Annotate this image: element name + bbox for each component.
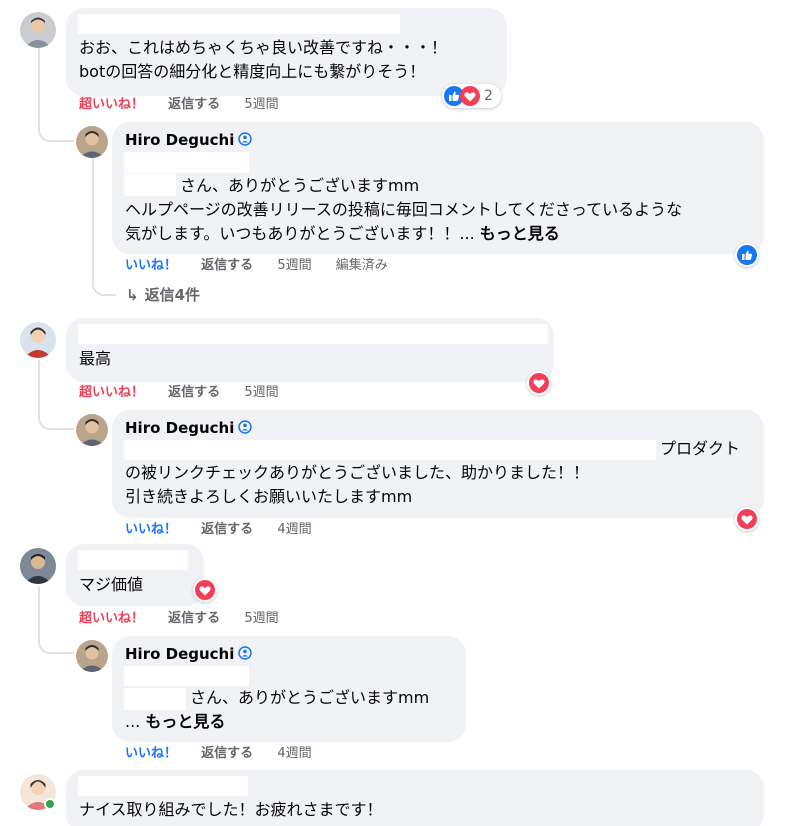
thread-line	[38, 48, 40, 102]
reply-button[interactable]: 返信する	[201, 258, 253, 274]
reply-reaction[interactable]	[735, 507, 759, 531]
like-button[interactable]: いいね！	[125, 746, 177, 762]
reply-button[interactable]: 返信する	[168, 97, 220, 113]
super-like-button[interactable]: 超いいね！	[79, 611, 144, 627]
reply-button[interactable]: 返信する	[201, 746, 253, 762]
reply-timestamp[interactable]: 4週間	[277, 522, 311, 538]
reply-text: さん、ありがとうございますmm	[180, 176, 420, 195]
reply-text: 引き続きよろしくお願いいたしますmm	[125, 487, 413, 506]
super-like-button[interactable]: 超いいね！	[79, 97, 144, 113]
avatar-image	[76, 414, 108, 446]
comment-reaction[interactable]	[193, 578, 217, 602]
author-name-text[interactable]: Hiro Deguchi	[125, 131, 234, 149]
verified-badge-icon	[238, 646, 253, 660]
commenter-avatar[interactable]	[20, 12, 56, 48]
avatar-image	[20, 12, 56, 48]
reply-actions: いいね！ 返信する 4週間	[125, 522, 332, 538]
love-reaction-icon	[529, 373, 549, 393]
redacted-name	[124, 152, 249, 173]
redacted-name	[78, 324, 548, 344]
verified-badge-icon	[238, 420, 253, 434]
redacted-name	[78, 14, 400, 34]
like-button[interactable]: いいね！	[125, 522, 177, 538]
reply-button[interactable]: 返信する	[201, 522, 253, 538]
thread-line	[92, 158, 94, 280]
super-like-button[interactable]: 超いいね！	[79, 385, 144, 401]
redacted-name	[78, 550, 188, 570]
see-more-link[interactable]: もっと見る	[145, 712, 225, 731]
redacted-name	[124, 688, 186, 710]
commenter-avatar[interactable]	[20, 322, 56, 358]
reply-author-name[interactable]: Hiro Deguchi	[125, 644, 253, 664]
comment-text: ナイス取り組みでした！お疲れさまです！	[79, 800, 383, 819]
comment-text: 最高	[79, 349, 112, 368]
thread-connector	[38, 102, 74, 142]
like-button[interactable]: いいね！	[125, 258, 177, 274]
redacted-name	[124, 440, 656, 460]
reply-author-name[interactable]: Hiro Deguchi	[125, 418, 253, 438]
love-reaction-icon	[195, 580, 215, 600]
redacted-name	[78, 776, 248, 796]
avatar-image	[20, 548, 56, 584]
reply-actions: いいね！ 返信する 5週間 編集済み	[125, 258, 408, 274]
love-reaction-icon	[460, 86, 480, 106]
comment-timestamp[interactable]: 5週間	[244, 97, 278, 113]
reaction-count: 2	[484, 88, 493, 104]
reply-text: さん、ありがとうございますmm	[190, 688, 430, 707]
reaction-summary[interactable]: 2	[442, 84, 501, 108]
comment-text: おお、これはめちゃくちゃ良い改善ですね・・・！	[79, 38, 448, 57]
redacted-name	[124, 174, 176, 196]
author-name-text[interactable]: Hiro Deguchi	[125, 645, 234, 663]
love-reaction-icon	[737, 509, 757, 529]
comment-actions: 超いいね！ 返信する 5週間	[79, 97, 299, 113]
reply-text: ... もっと見る	[125, 710, 225, 734]
reply-text: 気がします。いつもありがとうございます！！... もっと見る	[125, 222, 560, 246]
comment-actions: 超いいね！ 返信する 5週間	[79, 385, 299, 401]
reply-arrow-icon: ↳	[126, 286, 139, 304]
reply-reaction[interactable]	[735, 243, 759, 267]
online-status-indicator	[44, 798, 56, 810]
avatar-image	[76, 126, 108, 158]
reply-text: ヘルプページの改善リリースの投稿に毎回コメントしてくださっているような	[125, 200, 683, 219]
comment-reaction[interactable]	[527, 371, 551, 395]
reply-author-avatar[interactable]	[76, 126, 108, 158]
reply-text-line: 気がします。いつもありがとうございます！！...	[125, 224, 475, 243]
reply-button[interactable]: 返信する	[168, 385, 220, 401]
comment-timestamp[interactable]: 5週間	[244, 611, 278, 627]
see-more-link[interactable]: もっと見る	[480, 224, 560, 243]
thread-connector	[38, 400, 74, 430]
reply-author-avatar[interactable]	[76, 414, 108, 446]
reply-timestamp[interactable]: 4週間	[277, 746, 311, 762]
comment-actions: 超いいね！ 返信する 5週間	[79, 611, 299, 627]
thread-connector	[92, 280, 116, 296]
like-reaction-icon	[737, 245, 757, 265]
reply-text: プロダクト	[660, 439, 741, 458]
reply-text-line: ...	[125, 712, 141, 731]
comment-text: マジ価値	[79, 575, 144, 594]
view-replies-link[interactable]: ↳ 返信4件	[126, 285, 200, 305]
reply-text: の被リンクチェックありがとうございました、助かりました！！	[125, 463, 590, 482]
thread-connector	[38, 620, 74, 654]
avatar-image	[20, 322, 56, 358]
avatar-image	[76, 640, 108, 672]
reply-button[interactable]: 返信する	[168, 611, 220, 627]
reply-actions: いいね！ 返信する 4週間	[125, 746, 332, 762]
author-name-text[interactable]: Hiro Deguchi	[125, 419, 234, 437]
view-replies-label[interactable]: 返信4件	[145, 286, 200, 304]
reply-author-name[interactable]: Hiro Deguchi	[125, 130, 253, 150]
comment-text: botの回答の細分化と精度向上にも繋がりそう！	[79, 62, 426, 81]
verified-badge-icon	[238, 132, 253, 146]
reply-author-avatar[interactable]	[76, 640, 108, 672]
redacted-name	[124, 666, 249, 686]
comment-timestamp[interactable]: 5週間	[244, 385, 278, 401]
reply-timestamp[interactable]: 5週間	[277, 258, 311, 274]
commenter-avatar[interactable]	[20, 548, 56, 584]
edited-label: 編集済み	[335, 258, 388, 273]
